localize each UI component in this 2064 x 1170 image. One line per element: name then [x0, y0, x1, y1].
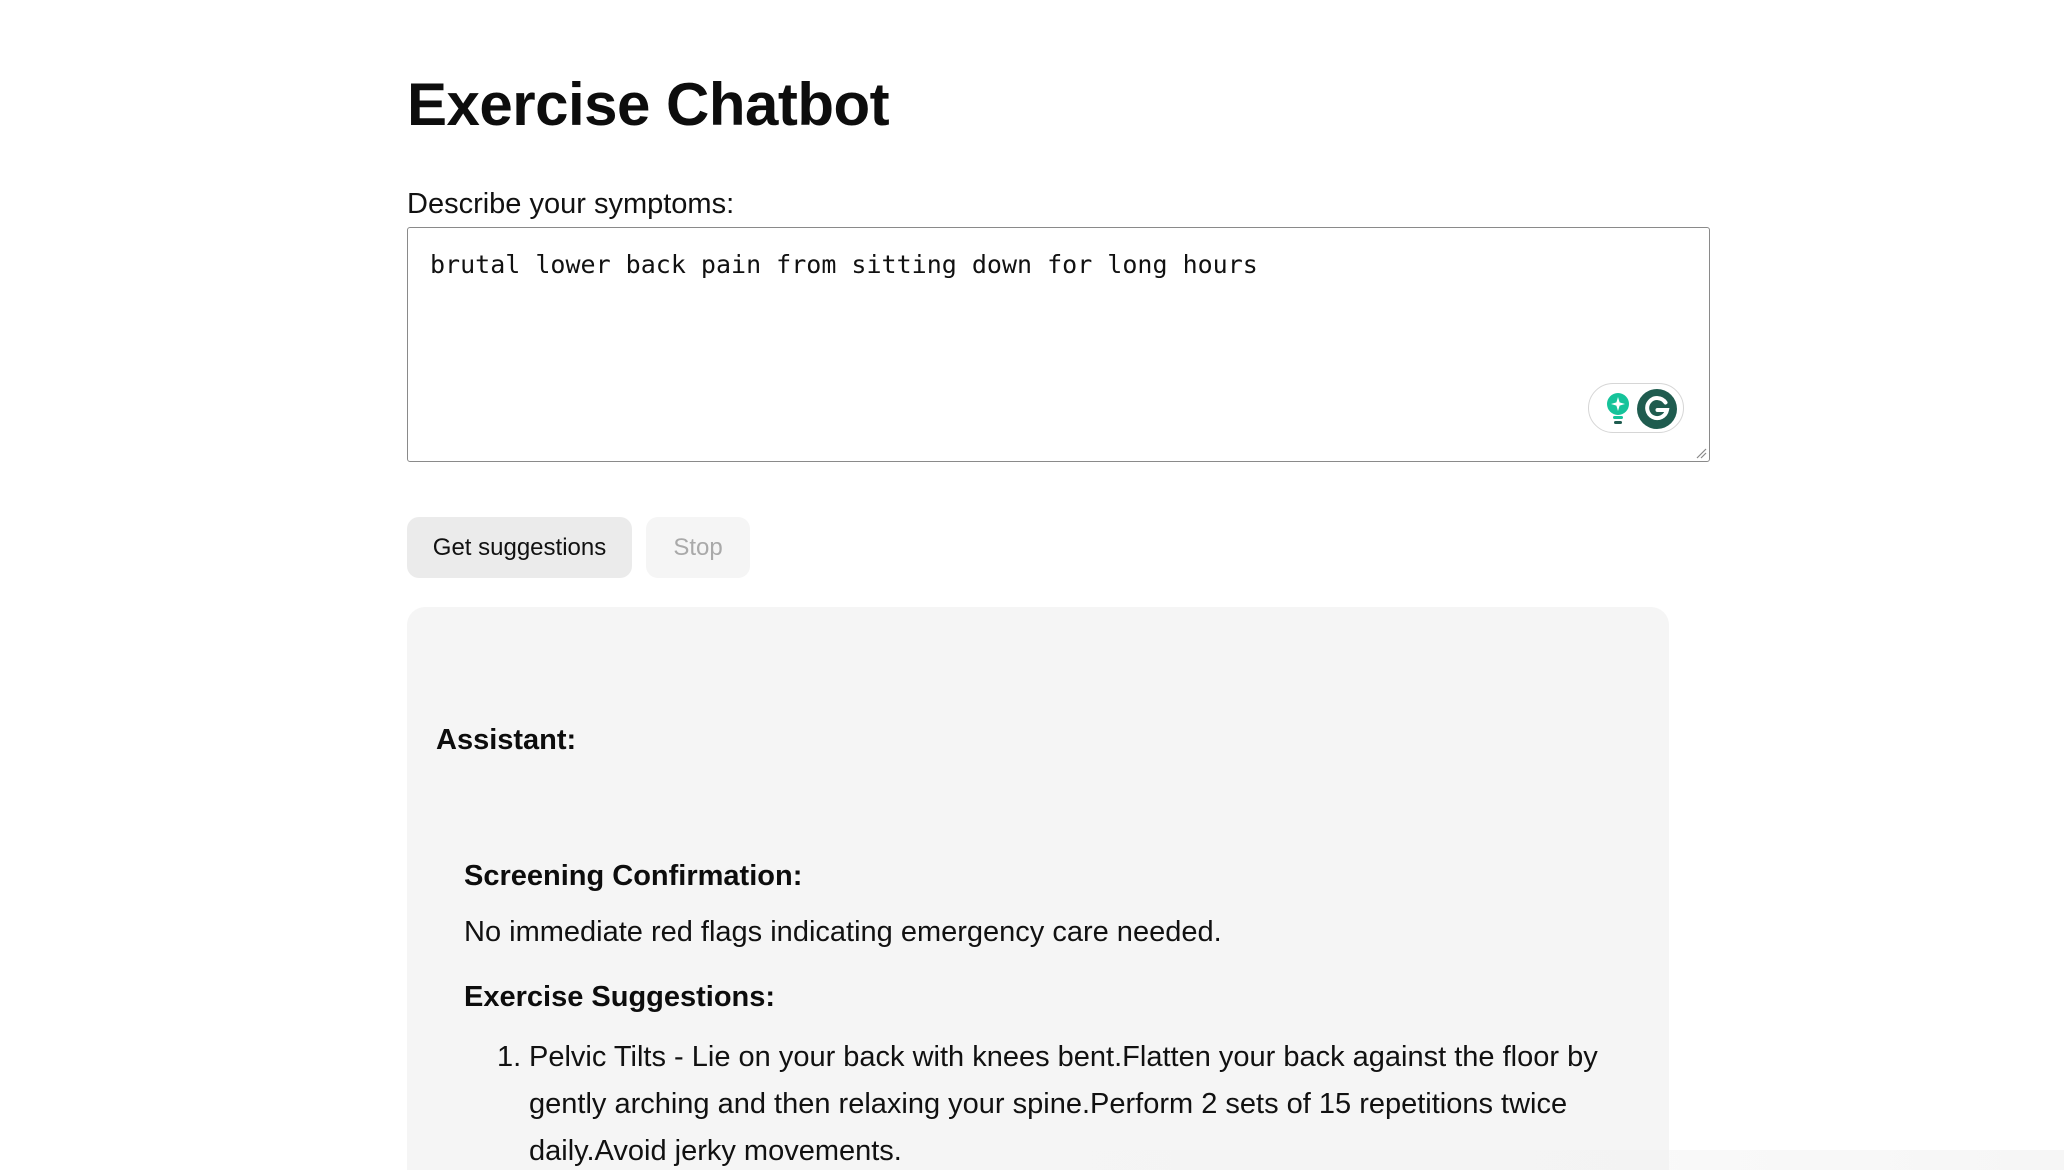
stop-button[interactable]: Stop [646, 517, 750, 578]
resize-handle-icon[interactable] [1695, 447, 1707, 459]
bottom-shadow [1000, 1150, 2064, 1170]
symptoms-text-value[interactable]: brutal lower back pain from sitting down… [430, 250, 1258, 279]
list-item-number: 1. [497, 1041, 522, 1073]
assistant-label: Assistant: [436, 724, 577, 756]
lightbulb-icon[interactable] [1603, 391, 1633, 427]
grammarly-g-icon[interactable] [1636, 388, 1678, 430]
get-suggestions-button[interactable]: Get suggestions [407, 517, 632, 578]
exercise-suggestions-heading: Exercise Suggestions: [464, 981, 776, 1013]
page-title: Exercise Chatbot [407, 71, 890, 138]
symptoms-label: Describe your symptoms: [407, 188, 735, 220]
response-panel: Assistant: Screening Confirmation: No im… [407, 607, 1669, 1170]
screening-text: No immediate red flags indicating emerge… [464, 916, 1222, 948]
exercise-chatbot-page: Exercise Chatbot Describe your symptoms:… [0, 0, 2064, 1170]
grammarly-widget[interactable] [1588, 383, 1684, 433]
symptoms-textarea[interactable]: brutal lower back pain from sitting down… [407, 227, 1710, 462]
screening-heading: Screening Confirmation: [464, 860, 803, 892]
